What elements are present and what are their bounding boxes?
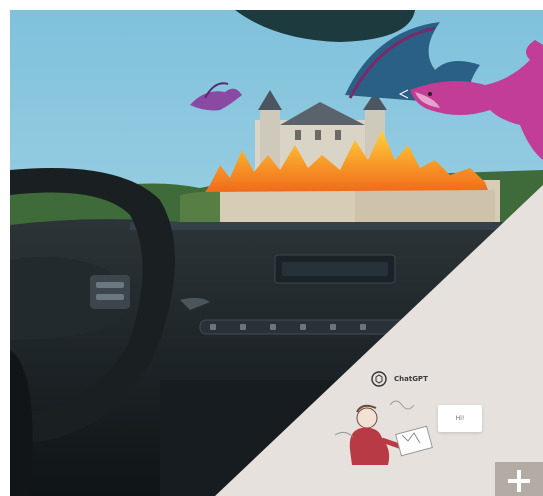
promo-card[interactable]: ChatGPT Hi! <box>10 10 543 496</box>
chatgpt-logo-icon <box>371 371 387 387</box>
dash-top-edge <box>130 222 543 230</box>
chatgpt-label: ChatGPT <box>394 375 428 383</box>
plus-icon <box>508 470 530 492</box>
chat-bubble: Hi! <box>438 405 482 432</box>
expand-button[interactable] <box>495 462 543 496</box>
chat-bubble-text: Hi! <box>455 415 465 422</box>
